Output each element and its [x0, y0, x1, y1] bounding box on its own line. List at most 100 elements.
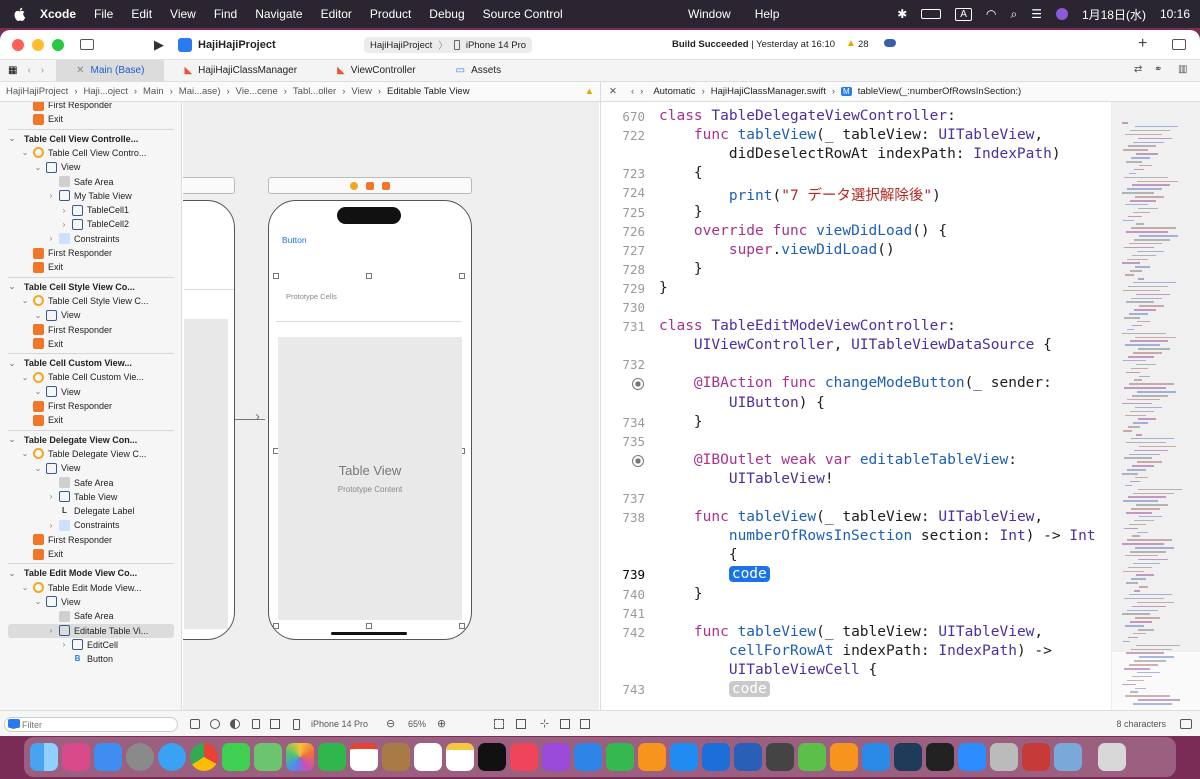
mail-icon[interactable] — [94, 743, 122, 771]
code-line[interactable]: didDeselectRowAt indexPath: IndexPath) — [659, 146, 1061, 162]
outline-item[interactable]: L Delegate Label — [47, 504, 135, 518]
books-icon[interactable] — [830, 743, 858, 771]
code-line[interactable]: code — [659, 566, 770, 583]
chrome-icon[interactable] — [190, 743, 218, 771]
code-line[interactable]: super.viewDidLoad() — [659, 242, 895, 258]
outline-item[interactable]: First Responder — [21, 399, 112, 413]
outline-item[interactable]: ⌄ View — [34, 385, 80, 399]
disclosure-chevron-icon[interactable]: › — [60, 206, 68, 215]
jump-file[interactable]: HajiHajiClassManager.swift — [711, 86, 826, 97]
warning-icon[interactable]: ▲ — [585, 86, 594, 97]
outline-item[interactable]: Safe Area — [47, 476, 114, 490]
disclosure-chevron-icon[interactable]: › — [47, 234, 55, 243]
app-store-icon[interactable] — [670, 743, 698, 771]
menu-navigate[interactable]: Navigate — [255, 7, 302, 21]
outline-item[interactable]: ⌄ Table Edit Mode View... — [21, 581, 141, 595]
messages-icon[interactable] — [222, 743, 250, 771]
code-line[interactable]: func tableView(_ tableView: UITableView, — [659, 509, 1043, 525]
input-method-icon[interactable] — [1022, 743, 1050, 771]
inspector-toggle-icon[interactable] — [1172, 39, 1186, 50]
swap-icon[interactable]: ⇄ — [1134, 64, 1142, 75]
code-line[interactable]: UIButton) { — [659, 395, 825, 411]
menu-debug[interactable]: Debug — [429, 7, 464, 21]
appearance-icon[interactable] — [210, 719, 220, 729]
outline-item[interactable]: Exit — [21, 547, 63, 561]
settings-icon[interactable] — [126, 743, 154, 771]
disclosure-chevron-icon[interactable]: ⌄ — [34, 163, 42, 172]
code-line[interactable]: func tableView(_ tableView: UITableView, — [659, 624, 1043, 640]
outline-item[interactable]: Exit — [21, 413, 63, 427]
table-view-frame[interactable]: Prototype Cells Table View Prototype Con… — [273, 273, 465, 629]
first-responder-icon[interactable] — [366, 181, 374, 190]
outline-item[interactable]: ⌄ View — [34, 308, 80, 322]
storyboard-canvas[interactable]: › Button Prototype Cells Table View Prot… — [183, 102, 599, 710]
outline-item[interactable]: ⌄ View — [34, 461, 80, 475]
disclosure-chevron-icon[interactable]: ⌄ — [8, 359, 16, 368]
code-line[interactable]: UITableView! — [659, 471, 834, 487]
disclosure-chevron-icon[interactable]: ⌄ — [34, 597, 42, 606]
vscode-icon[interactable] — [862, 743, 890, 771]
disclosure-chevron-icon[interactable]: › — [47, 521, 55, 530]
handle-br[interactable] — [459, 623, 465, 629]
menu-source-control[interactable]: Source Control — [483, 7, 563, 21]
outline-item[interactable]: › EditCell — [60, 638, 118, 652]
disclosure-chevron-icon[interactable]: ⌄ — [34, 464, 42, 473]
wifi-icon[interactable]: ◠ — [986, 7, 996, 21]
code-line[interactable]: { — [659, 547, 738, 563]
menu-app-name[interactable]: Xcode — [40, 7, 76, 21]
jump-main[interactable]: Main — [143, 86, 164, 97]
control-center-icon[interactable]: ☰ — [1031, 7, 1042, 21]
orientation-icon[interactable] — [252, 719, 260, 729]
nav-back-icon[interactable]: ‹ — [631, 86, 634, 97]
cloud-icon[interactable] — [884, 39, 896, 47]
outline-item[interactable]: Safe Area — [47, 609, 114, 623]
zoom-level[interactable]: 65% — [408, 719, 426, 729]
minimap-viewport[interactable] — [1112, 102, 1200, 652]
disclosure-chevron-icon[interactable]: › — [60, 220, 68, 229]
dark-mode-icon[interactable] — [230, 719, 240, 729]
trash-icon[interactable] — [1098, 743, 1126, 771]
scheme-name[interactable]: HajiHajiProject — [370, 40, 432, 51]
disclosure-chevron-icon[interactable]: ⌄ — [21, 583, 29, 592]
jump-scene[interactable]: Vie...cene — [236, 86, 278, 97]
code-line[interactable]: cellForRowAt indexPath: IndexPath) -> — [659, 643, 1052, 659]
outline-item[interactable]: Safe Area — [47, 175, 114, 189]
bluetooth-icon[interactable]: ✱ — [897, 7, 907, 21]
close-window-button[interactable] — [12, 38, 24, 51]
sidebar-toggle-icon[interactable] — [80, 39, 94, 50]
disclosure-chevron-icon[interactable]: › — [47, 191, 55, 200]
beta-app-icon[interactable] — [894, 743, 922, 771]
xcode-dock-icon[interactable] — [702, 743, 730, 771]
outline-item[interactable]: ⌄ Table Cell Custom Vie... — [21, 370, 144, 384]
outline-item[interactable]: › Constraints — [47, 518, 120, 532]
tab-main-base[interactable]: ✕ Main (Base) — [56, 59, 165, 82]
tab-haji-class-manager[interactable]: ◣ HajiHajiClassManager — [164, 60, 317, 82]
disclosure-chevron-icon[interactable]: ⌄ — [21, 373, 29, 382]
keynote-icon[interactable] — [574, 743, 602, 771]
scene-titlebar-left[interactable] — [183, 177, 235, 194]
nav-back-icon[interactable]: ‹ — [27, 65, 30, 76]
outline-item[interactable]: ⌄ View — [34, 160, 80, 174]
jump-storyboard[interactable]: Mai...ase) — [179, 86, 221, 97]
code-line[interactable]: code — [659, 681, 770, 697]
outline-item[interactable]: B Button — [60, 652, 113, 666]
notes-wood-icon[interactable] — [382, 743, 410, 771]
menu-editor[interactable]: Editor — [321, 7, 352, 21]
outline-item[interactable]: First Responder — [21, 323, 112, 337]
code-line[interactable]: class TableEditModeViewController: — [659, 318, 956, 334]
outline-item[interactable]: ⌄ Table Delegate View Con... — [8, 433, 138, 447]
handle-tr[interactable] — [459, 273, 465, 279]
code-line[interactable]: } — [659, 414, 703, 430]
editor-app-icon[interactable] — [798, 743, 826, 771]
jump-mode[interactable]: Automatic — [653, 86, 695, 97]
code-line[interactable]: func tableView(_ tableView: UITableView, — [659, 127, 1043, 143]
menu-find[interactable]: Find — [214, 7, 237, 21]
filter-field[interactable] — [4, 717, 178, 732]
disclosure-chevron-icon[interactable]: › — [60, 640, 68, 649]
disclosure-chevron-icon[interactable]: ⌄ — [21, 449, 29, 458]
zoom-out-icon[interactable]: ⊖ — [386, 717, 395, 730]
photos-icon[interactable] — [286, 743, 314, 771]
apple-icon[interactable] — [12, 6, 28, 22]
disclosure-chevron-icon[interactable]: ⌄ — [34, 387, 42, 396]
grid-icon[interactable]: ▦ — [8, 65, 17, 76]
